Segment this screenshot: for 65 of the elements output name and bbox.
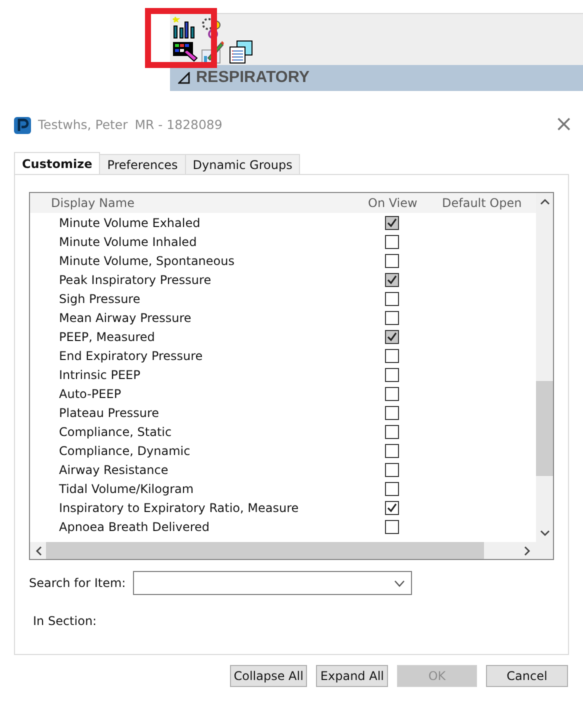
document-copy-icon[interactable] <box>228 40 254 64</box>
checkbox[interactable] <box>385 462 399 476</box>
dropdown-chevron-icon <box>394 580 405 586</box>
column-header[interactable]: Default Open <box>432 196 536 210</box>
item-name: Auto-PEEP <box>58 386 122 400</box>
close-button[interactable]: × <box>554 117 573 133</box>
section-title: RESPIRATORY <box>196 69 310 87</box>
item-name: Minute Volume Exhaled <box>58 216 202 230</box>
item-name: Minute Volume, Spontaneous <box>58 254 236 268</box>
item-name: Sigh Pressure <box>58 292 142 306</box>
item-name: Intrinsic PEEP <box>58 368 142 382</box>
scroll-down-icon[interactable] <box>540 528 550 538</box>
item-name: Mean Airway Pressure <box>58 310 192 324</box>
item-name: Plateau Pressure <box>58 406 160 420</box>
checkbox[interactable] <box>385 444 399 458</box>
item-name: Minute Volume Inhaled <box>58 234 198 248</box>
highlight-frame <box>145 8 217 68</box>
checkbox[interactable] <box>385 234 399 248</box>
item-name: Tidal Volume/Kilogram <box>58 482 195 496</box>
checkbox[interactable] <box>385 292 399 306</box>
checkbox[interactable] <box>385 500 399 514</box>
check-icon <box>387 332 397 342</box>
checkbox[interactable] <box>385 386 399 400</box>
dialog-button[interactable]: Collapse All <box>230 665 308 687</box>
search-field[interactable] <box>132 571 412 595</box>
chart-pencil-icon[interactable] <box>200 40 224 64</box>
checkbox[interactable] <box>385 368 399 382</box>
item-name: Compliance, Static <box>58 424 173 438</box>
dialog-button[interactable]: Cancel <box>486 665 568 687</box>
record-number: MR - 1828089 <box>134 117 222 132</box>
item-name: Apnoea Breath Delivered <box>58 520 211 534</box>
tab[interactable]: Preferences <box>99 154 186 174</box>
checkbox[interactable] <box>385 406 399 420</box>
collapse-triangle-icon[interactable] <box>178 72 190 84</box>
checkbox[interactable] <box>385 310 399 324</box>
checkbox[interactable] <box>385 424 399 438</box>
item-name: Compliance, Dynamic <box>58 444 192 458</box>
item-name: PEEP, Measured <box>58 330 156 344</box>
scroll-up-icon[interactable] <box>540 197 550 207</box>
column-header[interactable]: Display Name <box>30 196 348 210</box>
window-title: Testwhs, Peter <box>38 117 128 132</box>
checkbox[interactable] <box>385 482 399 496</box>
search-label: Search for Item: <box>29 576 126 590</box>
item-name: Inspiratory to Expiratory Ratio, Measure <box>58 500 300 514</box>
check-icon <box>387 274 397 284</box>
scroll-left-icon[interactable] <box>34 546 44 556</box>
check-icon <box>387 218 397 228</box>
scroll-thumb[interactable] <box>536 381 553 476</box>
app-logo-icon <box>14 117 31 134</box>
checkbox[interactable] <box>385 348 399 362</box>
column-header[interactable]: On View <box>348 196 432 210</box>
item-name: Airway Resistance <box>58 462 170 476</box>
tab[interactable]: Dynamic Groups <box>184 154 300 174</box>
item-name: End Expiratory Pressure <box>58 348 204 362</box>
scroll-right-icon[interactable] <box>522 546 532 556</box>
check-icon <box>387 502 397 512</box>
bar-chart-icon[interactable] <box>172 16 196 40</box>
checkbox[interactable] <box>385 254 399 268</box>
tab[interactable]: Customize <box>14 152 100 174</box>
section-label: In Section: <box>33 614 98 628</box>
vertical-scrollbar[interactable] <box>536 193 553 542</box>
grid-pencil-icon[interactable] <box>172 40 198 64</box>
item-name: Peak Inspiratory Pressure <box>58 272 212 286</box>
checkbox[interactable] <box>385 520 399 534</box>
dialog-button[interactable]: Expand All <box>316 665 388 687</box>
